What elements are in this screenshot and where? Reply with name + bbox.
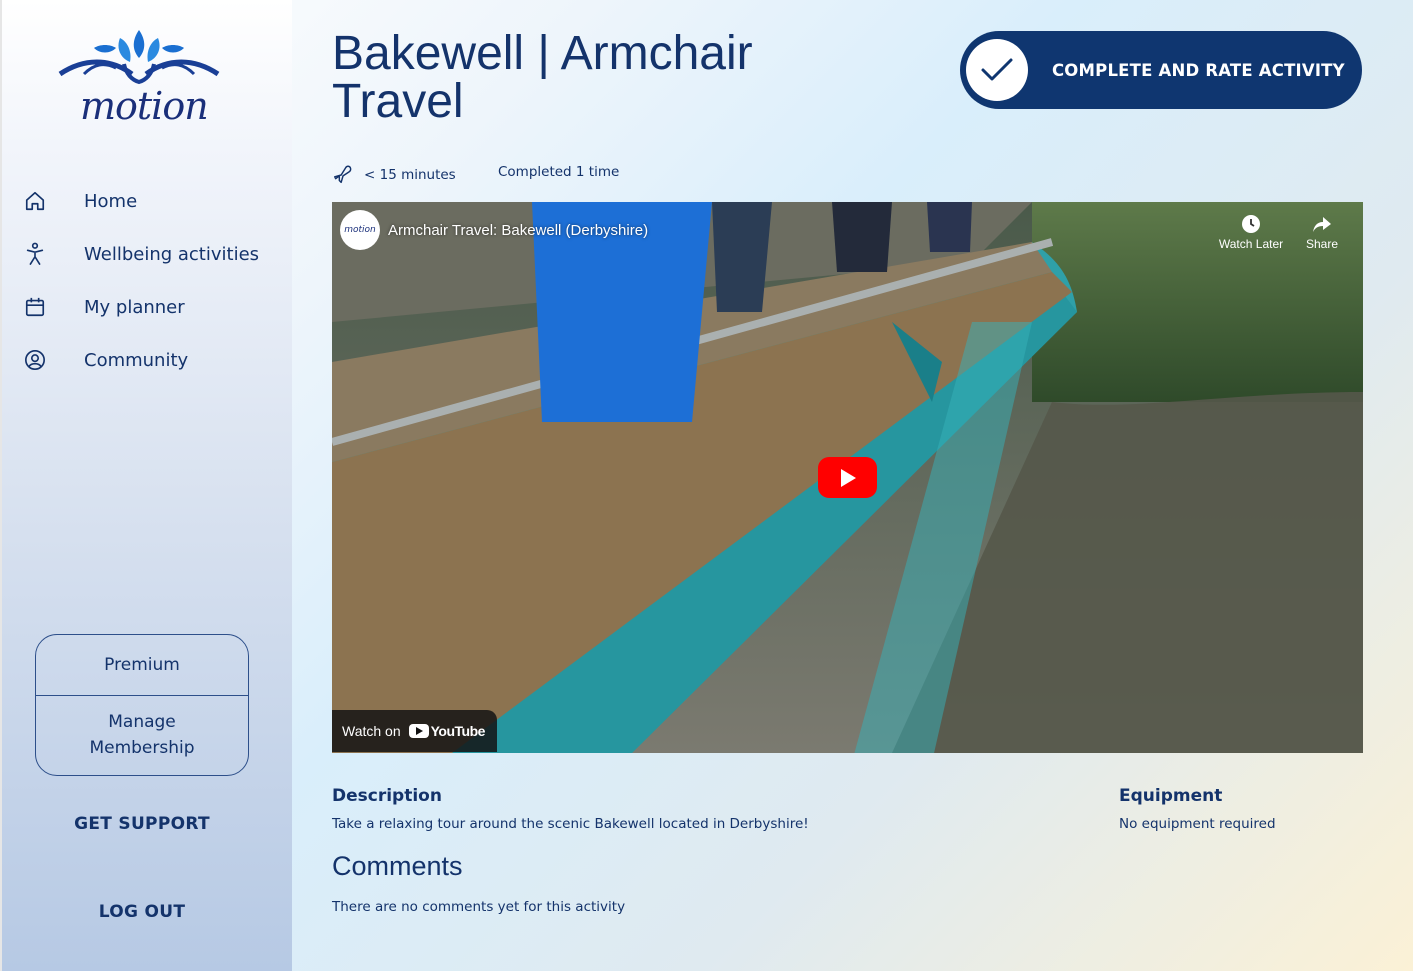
sidebar-item-wellbeing-activities[interactable]: Wellbeing activities [22, 239, 259, 269]
equipment-text: No equipment required [1119, 816, 1276, 832]
channel-avatar[interactable]: motion [340, 210, 380, 250]
video-title[interactable]: Armchair Travel: Bakewell (Derbyshire) [388, 222, 648, 239]
home-icon [22, 188, 48, 214]
comments-heading: Comments [332, 851, 463, 881]
sidebar-item-my-planner[interactable]: My planner [22, 292, 185, 322]
logo-wordmark: motion [80, 84, 209, 128]
completed-count: Completed 1 time [498, 164, 620, 180]
watch-later-button[interactable]: Watch Later [1216, 214, 1286, 251]
share-button[interactable]: Share [1287, 214, 1357, 251]
calendar-icon [22, 294, 48, 320]
comments-empty-text: There are no comments yet for this activ… [332, 899, 626, 915]
sidebar-item-label: Community [84, 349, 189, 371]
duration-text: < 15 minutes [364, 167, 456, 183]
description-text: Take a relaxing tour around the scenic B… [332, 816, 809, 832]
complete-button-label: COMPLETE AND RATE ACTIVITY [1052, 60, 1345, 80]
play-button[interactable] [818, 457, 877, 498]
person-activity-icon [22, 241, 48, 267]
complete-and-rate-button[interactable]: COMPLETE AND RATE ACTIVITY [960, 31, 1362, 109]
watch-later-label: Watch Later [1218, 237, 1284, 251]
equipment-heading: Equipment [1119, 786, 1223, 806]
log-out-link[interactable]: LOG OUT [2, 902, 282, 922]
sidebar-item-home[interactable]: Home [22, 186, 137, 216]
sidebar-item-community[interactable]: Community [22, 345, 188, 375]
video-header: motion Armchair Travel: Bakewell (Derbys… [340, 210, 648, 250]
page-title: Bakewell | Armchair Travel [332, 27, 753, 128]
watch-on-label: Watch on [342, 723, 401, 739]
membership-box: Premium Manage Membership [35, 634, 249, 776]
manage-membership-label: Manage Membership [89, 712, 195, 758]
plane-icon [332, 164, 354, 186]
sidebar-item-label: Wellbeing activities [84, 243, 260, 265]
duration-info: < 15 minutes [332, 164, 456, 186]
sidebar-item-label: My planner [84, 296, 185, 318]
youtube-logo-icon: YouTube [408, 723, 486, 739]
get-support-link[interactable]: GET SUPPORT [2, 814, 282, 834]
watch-on-youtube-button[interactable]: Watch on YouTube [332, 710, 497, 752]
share-icon [1287, 214, 1357, 237]
youtube-label: YouTube [430, 723, 486, 739]
premium-button[interactable]: Premium [36, 635, 248, 696]
sidebar-item-label: Home [84, 190, 138, 212]
video-player[interactable]: motion Armchair Travel: Bakewell (Derbys… [332, 202, 1363, 753]
manage-membership-button[interactable]: Manage Membership [36, 696, 248, 774]
share-label: Share [1305, 237, 1339, 251]
user-circle-icon [22, 347, 48, 373]
description-heading: Description [332, 786, 442, 806]
sidebar: motion Home Wellbeing activities My plan… [0, 0, 292, 971]
clock-icon [1216, 214, 1286, 237]
play-icon [840, 468, 856, 487]
checkmark-icon [966, 39, 1028, 101]
